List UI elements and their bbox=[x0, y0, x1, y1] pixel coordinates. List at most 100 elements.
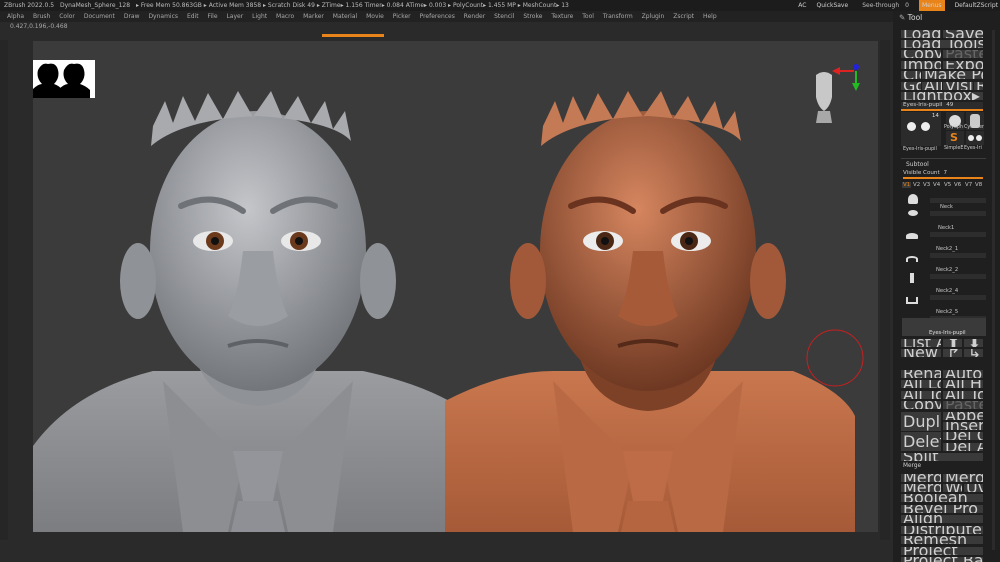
tool-panel-title[interactable]: ✎ Tool bbox=[893, 11, 1000, 25]
align-section[interactable]: Align bbox=[901, 515, 983, 523]
version-v3[interactable]: V3 bbox=[923, 182, 930, 188]
import-button[interactable]: Import bbox=[901, 61, 941, 69]
move-folder-up-button[interactable]: ↱ bbox=[943, 349, 962, 357]
menu-light[interactable]: Light bbox=[252, 13, 267, 20]
insert-button[interactable]: Insert bbox=[943, 422, 983, 430]
rename-button[interactable]: Rename bbox=[901, 370, 941, 378]
menu-tool[interactable]: Tool bbox=[582, 13, 594, 20]
menu-document[interactable]: Document bbox=[84, 13, 115, 20]
menu-transform[interactable]: Transform bbox=[603, 13, 633, 20]
version-v5[interactable]: V5 bbox=[944, 182, 951, 188]
paste-tool-button[interactable]: Paste Tool bbox=[943, 50, 983, 58]
append-button[interactable]: Append bbox=[943, 412, 983, 420]
load-tool-button[interactable]: Load Tool bbox=[901, 30, 941, 38]
subtool-toggles[interactable] bbox=[930, 211, 986, 216]
uv-toggle[interactable]: Uv bbox=[964, 484, 983, 492]
merge-similar-button[interactable]: MergeSimilar bbox=[943, 474, 983, 482]
right-tray[interactable] bbox=[880, 40, 890, 540]
subtool-item-neck[interactable]: Neck bbox=[906, 204, 988, 219]
menu-texture[interactable]: Texture bbox=[551, 13, 573, 20]
all-to-home-button[interactable]: All To Home bbox=[901, 391, 941, 399]
merge-visible-button[interactable]: MergeVisible bbox=[901, 484, 941, 492]
subtool-item-neck2-4[interactable]: Neck2_4 bbox=[906, 288, 988, 304]
menu-layer[interactable]: Layer bbox=[226, 13, 243, 20]
copy-subtool-button[interactable]: Copy bbox=[901, 401, 941, 409]
split-section[interactable]: Split bbox=[901, 453, 983, 461]
menu-brush[interactable]: Brush bbox=[33, 13, 50, 20]
duplicate-button[interactable]: Duplicate bbox=[901, 412, 941, 431]
menu-stroke[interactable]: Stroke bbox=[523, 13, 542, 20]
menus-toggle[interactable]: Menus bbox=[918, 0, 945, 11]
menu-draw[interactable]: Draw bbox=[124, 13, 140, 20]
bevel-pro-section[interactable]: Bevel Pro bbox=[901, 505, 983, 513]
subtool-toggles[interactable] bbox=[930, 198, 986, 203]
version-v2[interactable]: V2 bbox=[913, 182, 920, 188]
active-shelf-indicator[interactable] bbox=[322, 34, 384, 37]
canvas-viewport[interactable] bbox=[33, 41, 878, 532]
make-polymesh3d-button[interactable]: Make PolyMesh3D bbox=[922, 71, 983, 79]
see-through-slider[interactable]: See-through 0 bbox=[858, 0, 909, 11]
menu-zscript[interactable]: Zscript bbox=[673, 13, 694, 20]
subtool-toggles[interactable] bbox=[930, 295, 986, 300]
subtool-item-neck1[interactable]: Neck1 bbox=[906, 225, 988, 240]
menu-macro[interactable]: Macro bbox=[276, 13, 294, 20]
list-all-button[interactable]: List All bbox=[901, 339, 941, 347]
subtool-section-title[interactable]: Subtool bbox=[906, 161, 929, 168]
all-low-button[interactable]: All Low bbox=[901, 380, 941, 388]
new-folder-button[interactable]: New Folder bbox=[901, 349, 941, 357]
menu-color[interactable]: Color bbox=[59, 13, 75, 20]
lightbox-tools-button[interactable]: Lightbox▸Tools bbox=[901, 92, 983, 100]
delete-button[interactable]: Delete bbox=[901, 432, 941, 451]
goz-all-button[interactable]: All bbox=[922, 82, 942, 90]
bottom-tray[interactable] bbox=[0, 540, 893, 562]
quicksave-button[interactable]: QuickSave bbox=[816, 0, 848, 11]
menu-help[interactable]: Help bbox=[703, 13, 717, 20]
default-zscript-button[interactable]: DefaultZScript bbox=[955, 0, 998, 11]
version-v7[interactable]: V7 bbox=[965, 182, 972, 188]
subtool-toggles[interactable] bbox=[930, 232, 986, 237]
project-section[interactable]: Project bbox=[901, 547, 983, 555]
left-tray[interactable] bbox=[0, 40, 8, 540]
menu-file[interactable]: File bbox=[208, 13, 218, 20]
del-all-button[interactable]: Del All bbox=[943, 443, 983, 451]
paste-subtool-button[interactable]: Paste bbox=[943, 401, 983, 409]
merge-section[interactable]: Merge bbox=[903, 463, 921, 469]
del-other-button[interactable]: Del Other bbox=[943, 432, 983, 440]
menu-movie[interactable]: Movie bbox=[366, 13, 384, 20]
goz-visible-button[interactable]: Visible bbox=[943, 82, 973, 90]
menu-alpha[interactable]: Alpha bbox=[7, 13, 24, 20]
move-up-button[interactable]: ⬆ bbox=[943, 339, 962, 347]
all-high-button[interactable]: All High bbox=[943, 380, 983, 388]
menu-picker[interactable]: Picker bbox=[393, 13, 411, 20]
subtool-toggles[interactable] bbox=[930, 274, 986, 279]
menu-marker[interactable]: Marker bbox=[303, 13, 324, 20]
merge-down-button[interactable]: MergeDown bbox=[901, 474, 941, 482]
subtool-toggles[interactable] bbox=[930, 253, 986, 258]
clone-button[interactable]: Clone bbox=[901, 71, 921, 79]
move-folder-down-button[interactable]: ↳ bbox=[964, 349, 983, 357]
menu-stencil[interactable]: Stencil bbox=[494, 13, 514, 20]
move-down-button[interactable]: ⬇ bbox=[964, 339, 983, 347]
menu-edit[interactable]: Edit bbox=[187, 13, 199, 20]
tool-thumb-simplebrush[interactable]: S bbox=[946, 131, 964, 145]
copy-tool-button[interactable]: Copy Tool bbox=[901, 50, 941, 58]
boolean-section[interactable]: Boolean bbox=[901, 494, 983, 502]
tool-thumb-eyes[interactable]: 14 bbox=[901, 112, 941, 146]
menu-material[interactable]: Material bbox=[333, 13, 357, 20]
menu-zplugin[interactable]: Zplugin bbox=[642, 13, 665, 20]
autoreorder-button[interactable]: AutoReorder bbox=[943, 370, 983, 378]
menu-dynamics[interactable]: Dynamics bbox=[148, 13, 178, 20]
goz-button[interactable]: GoZ bbox=[901, 82, 921, 90]
subtool-item-neck2-2[interactable]: Neck2_2 bbox=[906, 267, 988, 283]
all-to-target-button[interactable]: All To Target bbox=[943, 391, 983, 399]
subtool-item-neck2-1[interactable]: Neck2_1 bbox=[906, 246, 988, 262]
load-tools-from-project-button[interactable]: Load Tools From Project bbox=[901, 40, 983, 48]
ac-label[interactable]: AC bbox=[798, 0, 806, 11]
remesh-section[interactable]: Remesh bbox=[901, 536, 983, 544]
current-tool-slider[interactable]: Eyes-Iris-pupil 49 bbox=[901, 102, 983, 111]
silhouette-thumbnail[interactable] bbox=[33, 60, 95, 98]
weld-toggle[interactable]: Weld bbox=[943, 484, 962, 492]
panel-scrollbar[interactable] bbox=[992, 30, 995, 550]
version-v1[interactable]: V1 bbox=[902, 182, 912, 188]
project-basrelief-section[interactable]: Project BasRelief bbox=[901, 557, 983, 562]
